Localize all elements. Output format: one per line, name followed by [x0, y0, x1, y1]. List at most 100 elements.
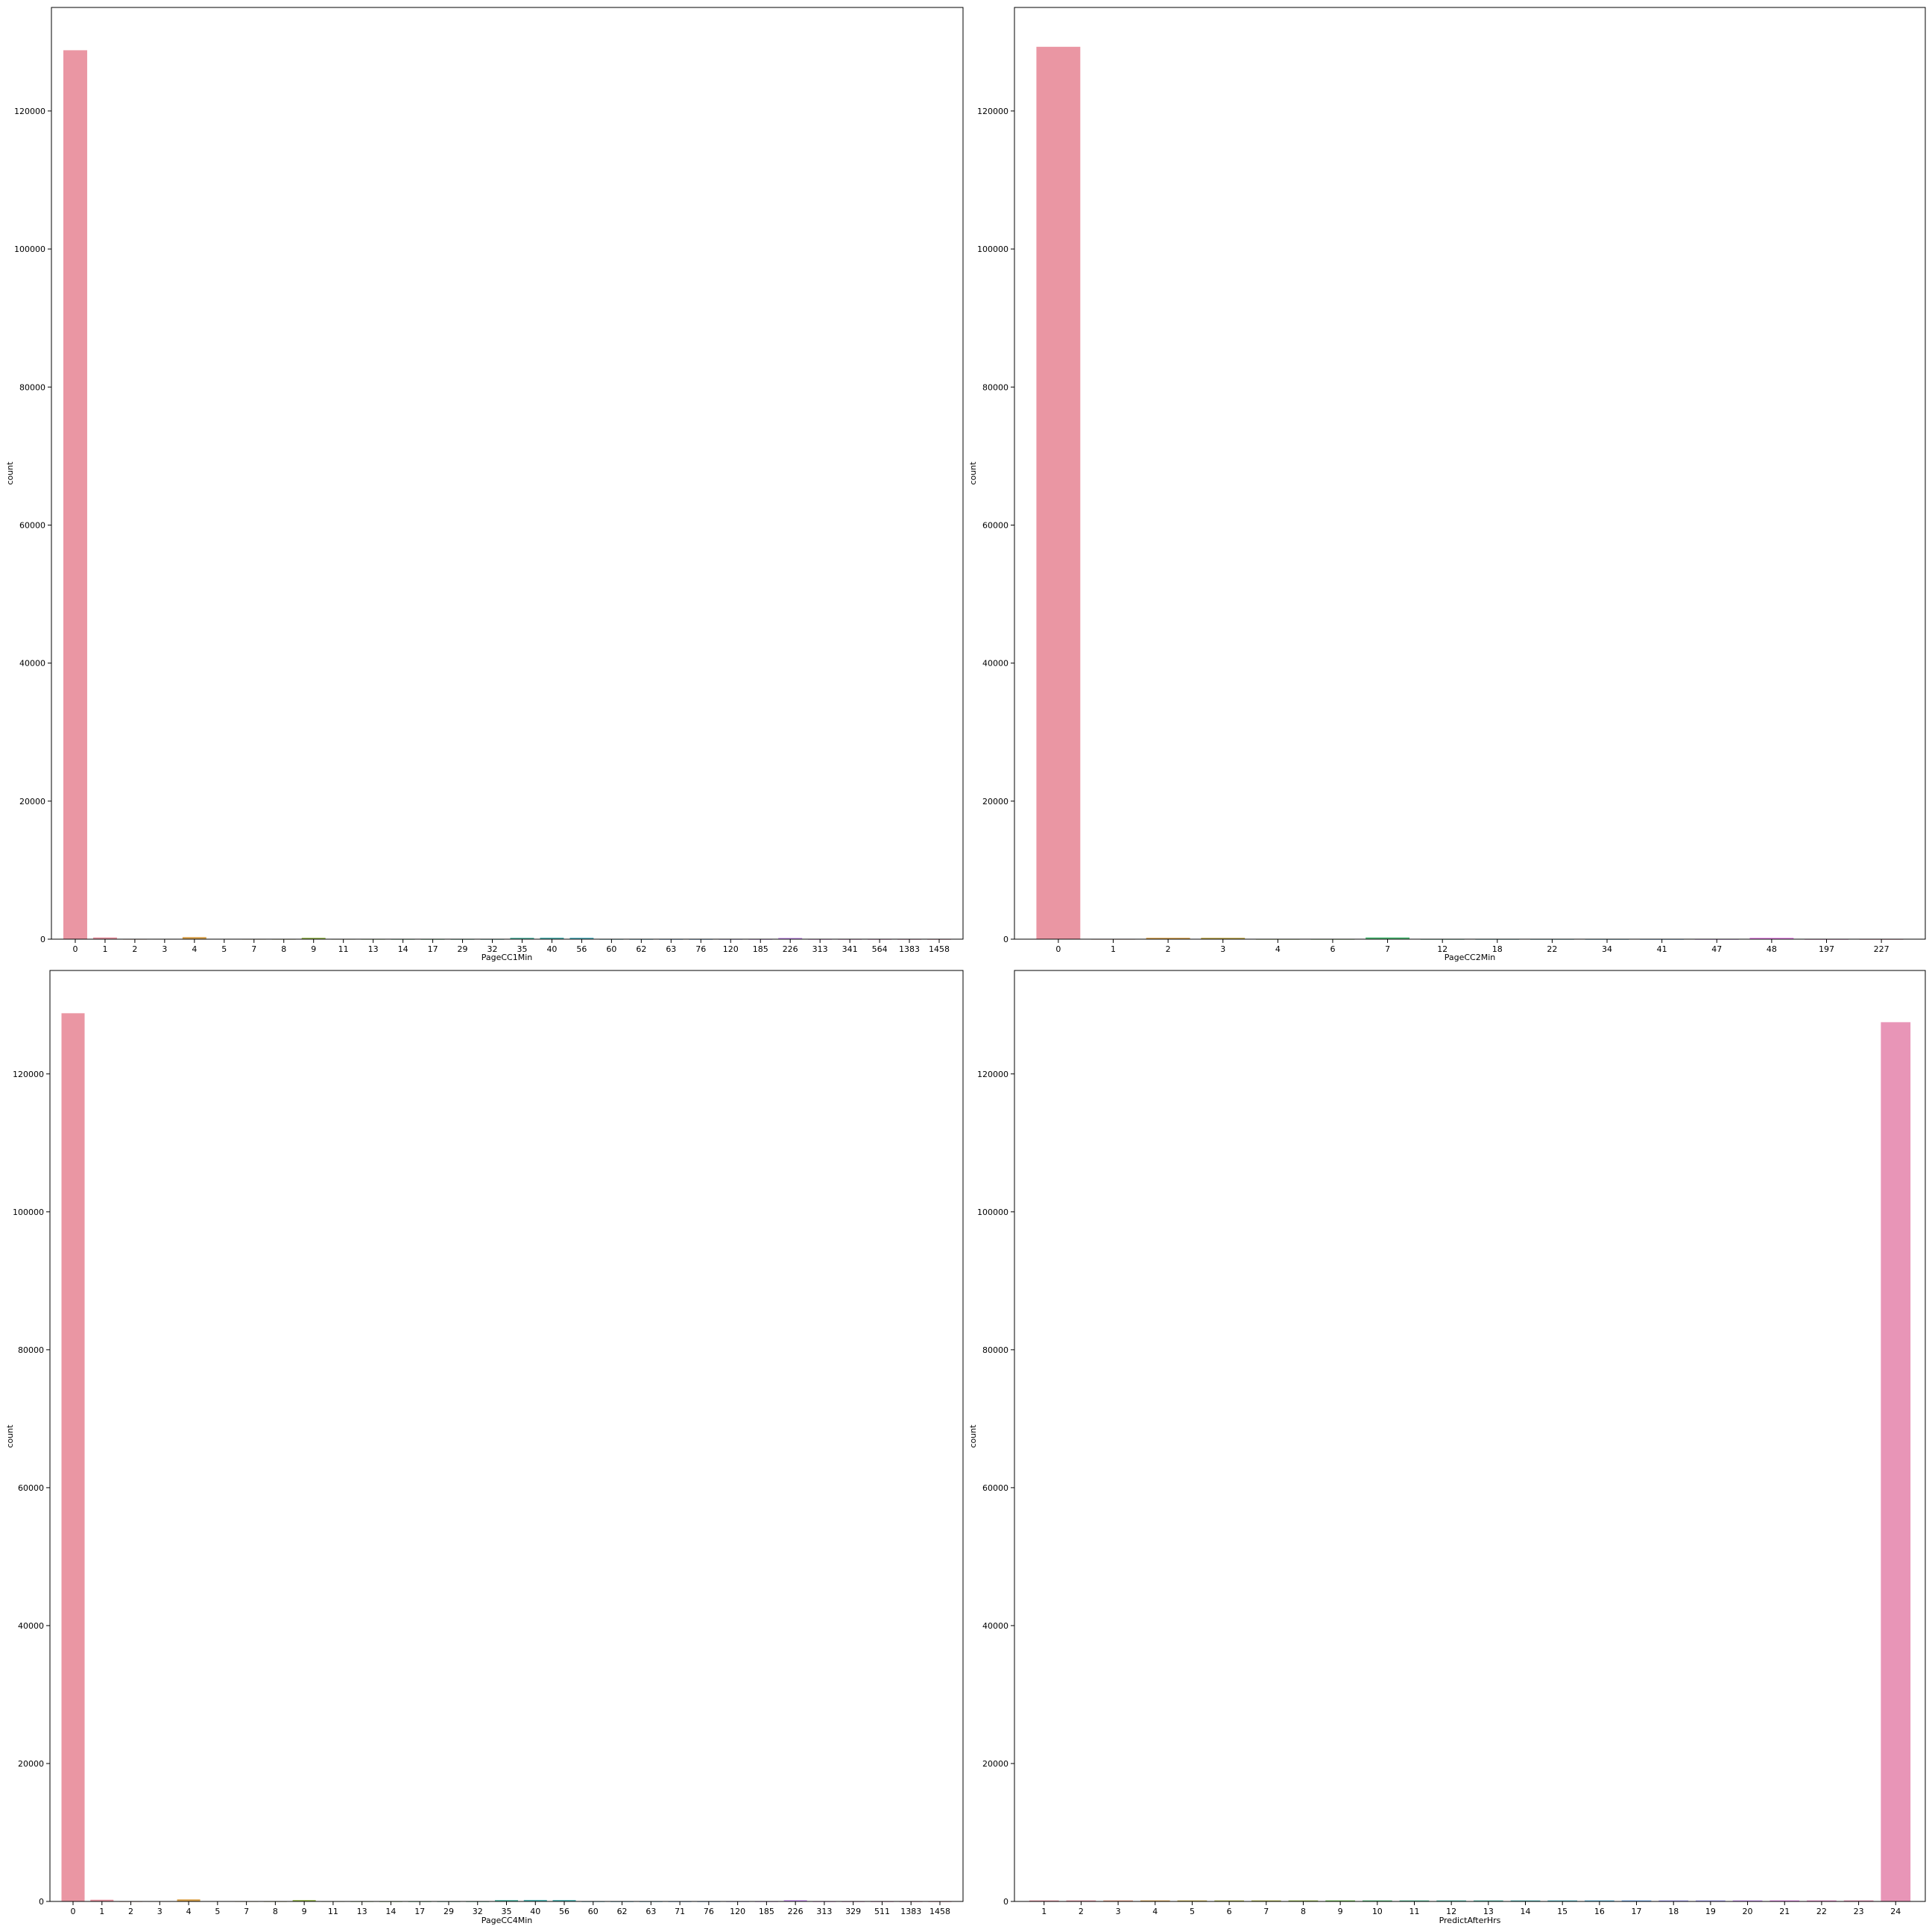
x-tick-label: 11 — [338, 944, 349, 954]
y-tick-label: 40000 — [982, 659, 1008, 669]
x-tick-label: 227 — [1874, 944, 1890, 954]
x-tick-label: 3 — [1220, 944, 1225, 954]
figure: 020000400006000080000100000120000 012345… — [0, 0, 1932, 1932]
x-tick-label: 1 — [1111, 944, 1116, 954]
x-tick-label: 24 — [1890, 1907, 1901, 1916]
y-axis-label: count — [968, 461, 978, 485]
y-tick-label: 0 — [39, 1897, 44, 1907]
x-tick-label: 3 — [1116, 1907, 1121, 1916]
y-tick-label: 120000 — [14, 107, 45, 116]
x-tick-label: 1 — [102, 944, 107, 954]
x-tick-label: 564 — [872, 944, 888, 954]
y-tick-label: 0 — [1003, 935, 1008, 944]
y-axis-label: count — [5, 461, 15, 485]
x-tick-label: 2 — [132, 944, 137, 954]
x-tick-label: 14 — [398, 944, 408, 954]
x-tick-label: 40 — [546, 944, 557, 954]
y-tick-label: 60000 — [982, 1483, 1008, 1493]
x-tick-label: 63 — [645, 1907, 656, 1916]
x-tick-label: 17 — [414, 1907, 425, 1916]
x-tick-label: 185 — [753, 944, 768, 954]
y-tick-label: 40000 — [18, 1621, 44, 1631]
x-tick-label: 71 — [675, 1907, 685, 1916]
figure-background — [0, 0, 1932, 1932]
x-tick-label: 2 — [128, 1907, 133, 1916]
y-tick-label: 20000 — [19, 797, 45, 806]
x-tick-label: 7 — [1263, 1907, 1269, 1916]
x-tick-label: 21 — [1779, 1907, 1790, 1916]
x-axis-label: PageCC2Min — [1445, 953, 1496, 962]
x-tick-label: 7 — [251, 944, 256, 954]
x-tick-label: 6 — [1227, 1907, 1232, 1916]
x-tick-label: 1383 — [899, 944, 920, 954]
x-tick-label: 10 — [1372, 1907, 1383, 1916]
x-tick-label: 511 — [874, 1907, 890, 1916]
y-tick-label: 20000 — [18, 1759, 44, 1769]
x-tick-label: 16 — [1594, 1907, 1605, 1916]
x-tick-label: 6 — [1330, 944, 1335, 954]
x-tick-label: 22 — [1547, 944, 1557, 954]
x-tick-label: 2 — [1166, 944, 1171, 954]
x-tick-label: 4 — [1275, 944, 1281, 954]
x-axis-label: PredictAfterHrs — [1439, 1916, 1501, 1925]
x-tick-label: 4 — [192, 944, 197, 954]
x-tick-label: 34 — [1602, 944, 1612, 954]
y-tick-label: 0 — [1003, 1897, 1008, 1907]
x-tick-label: 9 — [1338, 1907, 1343, 1916]
y-tick-label: 20000 — [982, 1759, 1008, 1769]
x-tick-label: 3 — [162, 944, 167, 954]
x-tick-label: 329 — [845, 1907, 861, 1916]
x-tick-label: 22 — [1816, 1907, 1827, 1916]
x-tick-label: 17 — [428, 944, 438, 954]
x-tick-label: 7 — [244, 1907, 249, 1916]
x-tick-label: 9 — [311, 944, 316, 954]
x-tick-label: 1458 — [929, 944, 950, 954]
x-tick-label: 4 — [186, 1907, 192, 1916]
x-tick-label: 2 — [1079, 1907, 1084, 1916]
x-tick-label: 226 — [783, 944, 798, 954]
x-tick-label: 19 — [1705, 1907, 1716, 1916]
x-tick-label: 76 — [704, 1907, 714, 1916]
x-tick-label: 8 — [281, 944, 286, 954]
x-tick-label: 9 — [302, 1907, 307, 1916]
y-tick-label: 120000 — [13, 1070, 44, 1079]
x-tick-label: 60 — [588, 1907, 599, 1916]
x-tick-label: 5 — [221, 944, 227, 954]
x-tick-label: 14 — [1521, 1907, 1531, 1916]
x-tick-label: 20 — [1743, 1907, 1753, 1916]
x-tick-label: 62 — [636, 944, 646, 954]
x-tick-label: 1383 — [900, 1907, 921, 1916]
x-tick-label: 13 — [368, 944, 379, 954]
x-tick-label: 63 — [666, 944, 676, 954]
x-tick-label: 11 — [1409, 1907, 1419, 1916]
y-axis-label: count — [5, 1424, 15, 1448]
y-tick-label: 80000 — [18, 1345, 44, 1355]
x-tick-label: 8 — [273, 1907, 278, 1916]
x-tick-label: 13 — [357, 1907, 367, 1916]
x-tick-label: 14 — [385, 1907, 396, 1916]
x-tick-label: 185 — [759, 1907, 774, 1916]
y-tick-label: 100000 — [977, 244, 1008, 254]
bar-pagecc1min-0 — [63, 50, 87, 939]
x-tick-label: 313 — [816, 1907, 832, 1916]
y-tick-label: 20000 — [982, 797, 1008, 806]
y-tick-label: 40000 — [19, 659, 45, 669]
x-tick-label: 3 — [157, 1907, 162, 1916]
x-tick-label: 8 — [1301, 1907, 1306, 1916]
bar-pagecc2min-0 — [1036, 46, 1081, 939]
x-tick-label: 56 — [576, 944, 587, 954]
x-tick-label: 5 — [1190, 1907, 1195, 1916]
y-tick-label: 120000 — [977, 107, 1008, 116]
y-tick-label: 0 — [40, 935, 45, 944]
y-tick-label: 60000 — [19, 520, 45, 530]
x-tick-label: 29 — [458, 944, 468, 954]
x-tick-label: 4 — [1152, 1907, 1158, 1916]
x-tick-label: 341 — [842, 944, 858, 954]
x-tick-label: 313 — [812, 944, 828, 954]
bar-pagecc4min-0 — [61, 1013, 85, 1901]
x-tick-label: 18 — [1668, 1907, 1679, 1916]
x-tick-label: 120 — [723, 944, 739, 954]
x-axis-label: PageCC1Min — [482, 953, 533, 962]
x-axis-label: PageCC4Min — [482, 1916, 533, 1925]
x-tick-label: 120 — [730, 1907, 745, 1916]
